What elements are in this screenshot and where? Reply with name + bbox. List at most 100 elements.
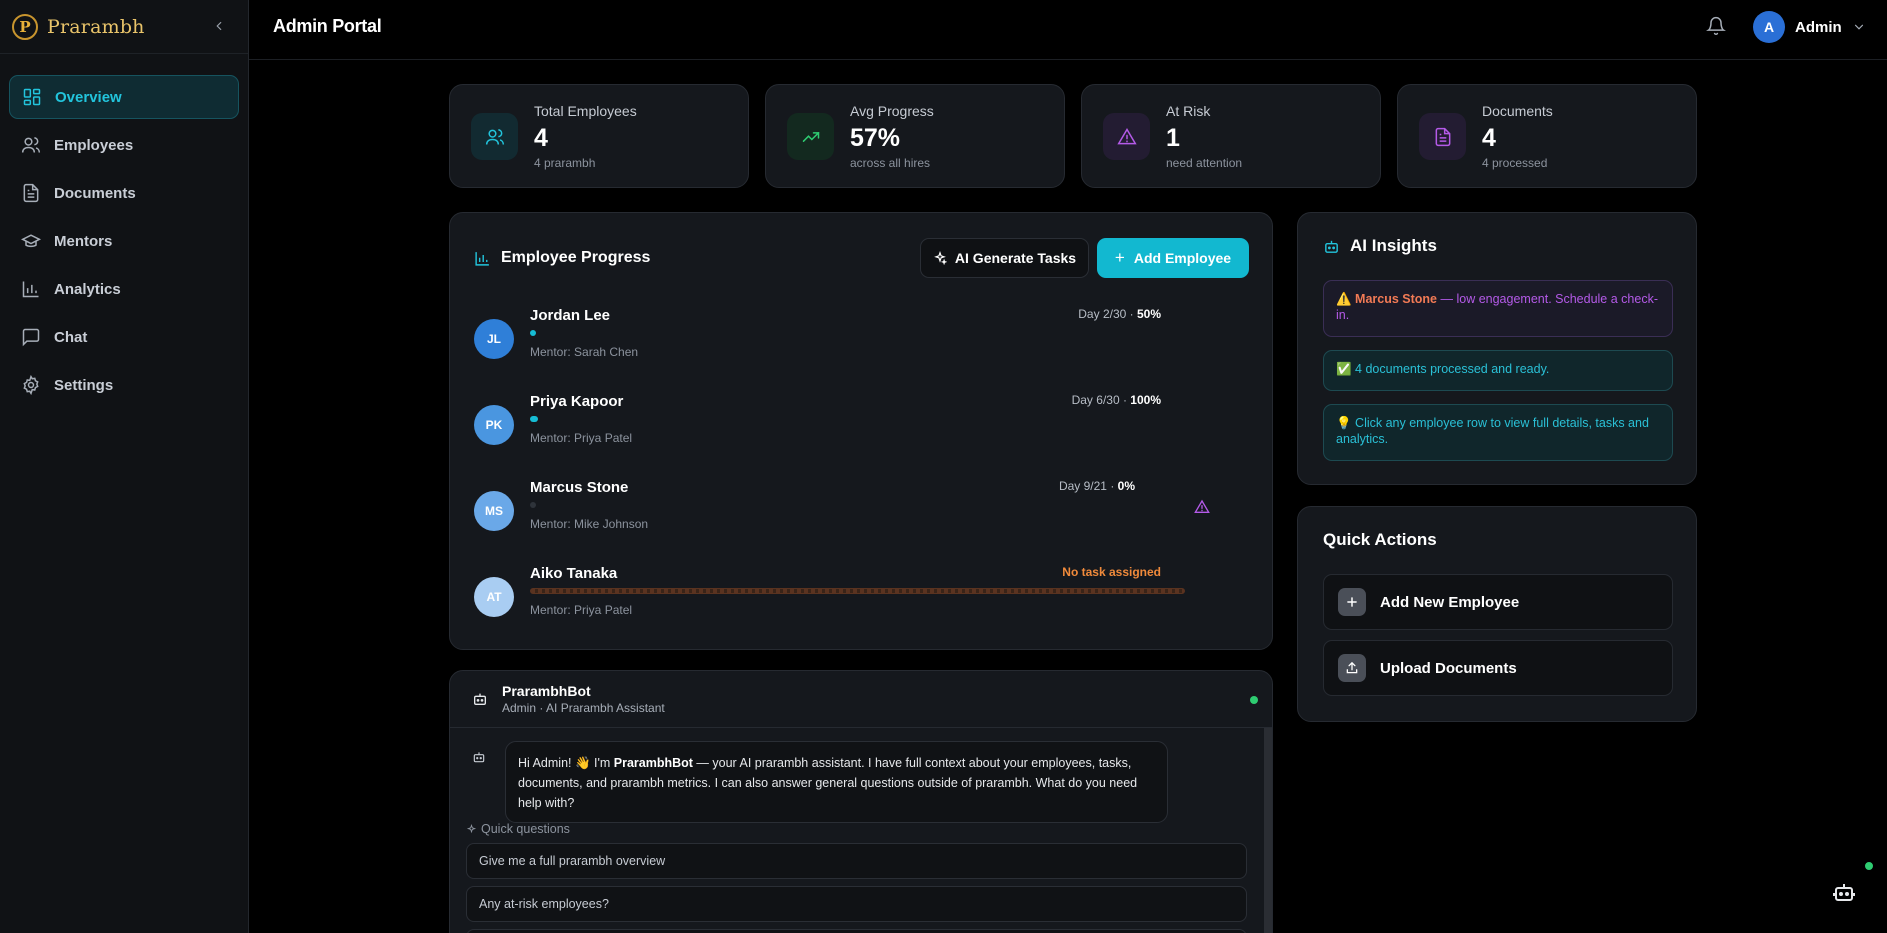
chat-bot-name: PrarambhBot	[502, 683, 591, 699]
ai-generate-tasks-button[interactable]: AI Generate Tasks	[920, 238, 1089, 278]
sidebar-item-label: Chat	[54, 328, 88, 346]
file-text-icon	[23, 183, 39, 203]
alert-triangle-icon	[1116, 127, 1137, 144]
employee-row-marcus-stone[interactable]: MS Marcus Stone Day 9/21 · 0% Mentor: Mi…	[474, 479, 1210, 549]
stat-icon-box	[1419, 113, 1466, 160]
bot-icon	[474, 693, 486, 705]
floating-bot-icon[interactable]	[1832, 880, 1856, 904]
collapse-sidebar-button[interactable]	[209, 16, 229, 36]
stat-card-total-employees: Total Employees 4 4 prarambh	[449, 84, 749, 188]
stat-icon-box	[471, 113, 518, 160]
file-text-icon	[1435, 127, 1450, 146]
insight-tip: 💡 Click any employee row to view full de…	[1323, 404, 1673, 461]
plus-icon: +	[1114, 248, 1125, 267]
avatar: AT	[474, 577, 514, 617]
stat-label: Avg Progress	[850, 103, 934, 119]
button-label: AI Generate Tasks	[954, 250, 1077, 266]
employee-mentor: Mentor: Priya Patel	[530, 603, 633, 617]
sidebar-item-label: Analytics	[54, 280, 121, 298]
chevron-down-icon	[1854, 24, 1863, 30]
avatar: JL	[474, 319, 514, 359]
employee-name: Priya Kapoor	[530, 393, 624, 410]
quick-question-button-partial[interactable]	[466, 929, 1247, 933]
stat-value: 4	[534, 124, 548, 152]
quick-question-button[interactable]: Any at-risk employees?	[466, 886, 1247, 922]
stat-icon-box	[1103, 113, 1150, 160]
sidebar-item-employees[interactable]: Employees	[9, 123, 239, 167]
user-menu[interactable]: A Admin	[1753, 11, 1866, 43]
employee-name: Jordan Lee	[530, 307, 611, 324]
sidebar-item-label: Employees	[54, 136, 134, 154]
panel-title-text: AI Insights	[1350, 236, 1437, 255]
stat-value: 57%	[850, 124, 901, 152]
online-status-dot	[1863, 860, 1875, 872]
warning-icon: ⚠️	[1336, 292, 1356, 306]
chat-subtitle: Admin · AI Prarambh Assistant	[502, 701, 665, 715]
employee-progress-meta: Day 2/30 · 50%	[1078, 307, 1161, 321]
plus-icon	[1338, 588, 1366, 616]
sidebar-item-label: Mentors	[54, 232, 113, 250]
alert-triangle-icon	[1194, 499, 1210, 513]
sidebar-item-label: Documents	[54, 184, 136, 202]
progress-bar	[530, 416, 1185, 422]
message-text: Hi Admin! 👋 I'm	[518, 756, 614, 770]
notifications-button[interactable]	[1706, 16, 1726, 36]
bot-message: Hi Admin! 👋 I'm PrarambhBot — your AI pr…	[505, 741, 1168, 823]
chevron-left-icon	[216, 21, 222, 31]
stat-sub: 4 processed	[1482, 156, 1548, 170]
brand-logo: P	[12, 13, 38, 40]
employee-progress-meta: Day 6/30 · 100%	[1072, 393, 1161, 407]
employee-day: Day 9/21 ·	[1058, 479, 1118, 493]
top-header: Admin Portal A Admin	[249, 0, 1887, 60]
sidebar-item-settings[interactable]: Settings	[9, 363, 239, 407]
bar-chart-icon	[22, 281, 39, 298]
message-square-icon	[22, 328, 40, 347]
user-name: Admin	[1795, 18, 1842, 36]
employee-row-priya-kapoor[interactable]: PK Priya Kapoor Day 6/30 · 100% Mentor: …	[474, 393, 1194, 463]
quick-questions-label: Quick questions	[466, 822, 570, 836]
add-employee-button[interactable]: + Add Employee	[1097, 238, 1249, 278]
employee-percent: 0%	[1117, 479, 1135, 493]
trending-up-icon	[802, 131, 819, 142]
quick-questions-text: Quick questions	[481, 822, 570, 836]
panel-title: Employee Progress	[474, 249, 650, 267]
sidebar-item-overview[interactable]: Overview	[9, 75, 239, 119]
insight-documents: ✅ 4 documents processed and ready.	[1323, 350, 1673, 391]
sparkles-icon	[934, 251, 947, 265]
users-icon	[21, 137, 41, 153]
employee-mentor: Mentor: Mike Johnson	[530, 517, 649, 531]
sidebar-item-mentors[interactable]: Mentors	[9, 219, 239, 263]
sidebar-item-chat[interactable]: Chat	[9, 315, 239, 359]
upload-documents-button[interactable]: Upload Documents	[1323, 640, 1673, 696]
employee-day: Day 2/30 ·	[1078, 307, 1137, 321]
sidebar-item-analytics[interactable]: Analytics	[9, 267, 239, 311]
users-icon	[485, 128, 504, 145]
avatar: MS	[474, 491, 514, 531]
graduation-cap-icon	[21, 234, 41, 248]
progress-bar-fill	[530, 330, 536, 336]
sidebar-item-documents[interactable]: Documents	[9, 171, 239, 215]
employee-row-jordan-lee[interactable]: JL Jordan Lee Day 2/30 · 50% Mentor: Sar…	[474, 307, 1194, 377]
add-new-employee-button[interactable]: Add New Employee	[1323, 574, 1673, 630]
chat-scrollbar[interactable]	[1264, 728, 1272, 933]
avatar: PK	[474, 405, 514, 445]
stat-sub: 4 prarambh	[534, 156, 596, 170]
bar-chart-icon	[475, 251, 489, 266]
progress-bar	[530, 330, 1185, 336]
sidebar: P Prarambh Overview Employees Documents …	[0, 0, 249, 933]
insight-at-risk[interactable]: ⚠️ Marcus Stone — low engagement. Schedu…	[1323, 280, 1673, 337]
stat-value: 1	[1166, 124, 1180, 152]
panel-title: AI Insights	[1323, 236, 1437, 256]
page-title: Admin Portal	[273, 16, 382, 36]
layout-dashboard-icon	[23, 88, 41, 106]
employee-percent: 100%	[1130, 393, 1161, 407]
brand-name: Prarambh	[47, 15, 145, 38]
button-label: Add New Employee	[1380, 593, 1520, 611]
sidebar-item-label: Overview	[55, 88, 122, 106]
message-bot-name: PrarambhBot	[613, 756, 693, 770]
employee-row-aiko-tanaka[interactable]: AT Aiko Tanaka No task assigned Mentor: …	[474, 565, 1194, 635]
employee-name: Aiko Tanaka	[530, 565, 618, 582]
chat-panel: PrarambhBot Admin · AI Prarambh Assistan…	[449, 670, 1273, 933]
online-status-dot	[1250, 696, 1258, 704]
quick-question-button[interactable]: Give me a full prarambh overview	[466, 843, 1247, 879]
